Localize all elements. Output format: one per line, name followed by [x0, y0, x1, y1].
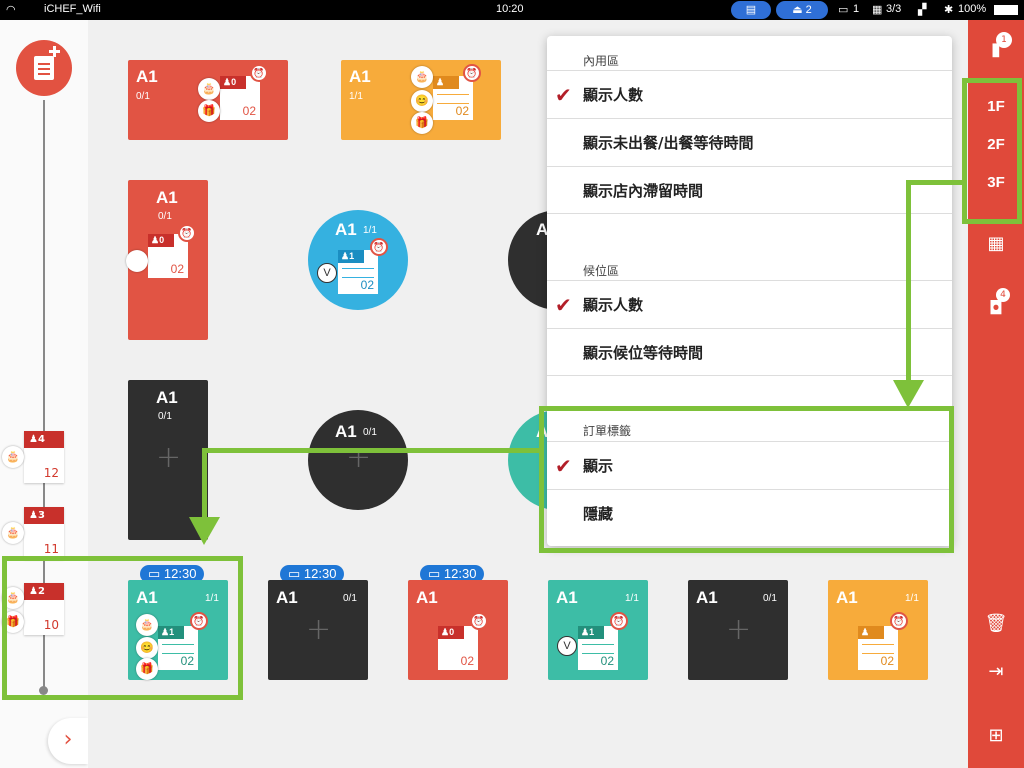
arrowhead-down [893, 380, 924, 408]
arrowhead-down [189, 517, 220, 545]
arrowheads [189, 380, 924, 545]
